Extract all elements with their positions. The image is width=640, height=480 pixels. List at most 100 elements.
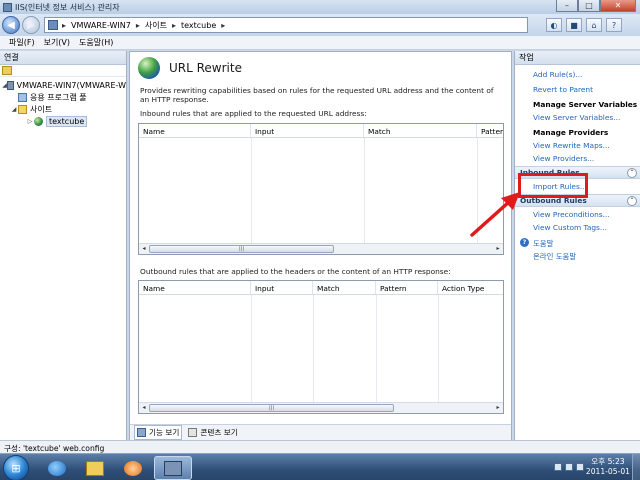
tree-node-label: 사이트 xyxy=(30,104,53,114)
status-bar: 구성: 'textcube' web.config xyxy=(0,440,640,453)
volume-icon[interactable] xyxy=(576,463,584,471)
tree-node-textcube[interactable]: ▷ textcube xyxy=(0,115,126,127)
online-help-link[interactable]: 온라인 도움말 xyxy=(533,251,576,262)
taskbar-media-player-icon[interactable] xyxy=(114,456,152,480)
address-row: ◀ ▶ ▸ VMWARE-WIN7 ▸ 사이트 ▸ textcube ▸ ◐ ■… xyxy=(0,14,640,36)
column-divider xyxy=(251,138,252,244)
scroll-left-icon[interactable]: ◂ xyxy=(139,404,149,412)
view-providers-link[interactable]: View Providers... xyxy=(533,154,594,163)
tree-node-app-pools[interactable]: 응용 프로그램 풀 xyxy=(0,91,126,103)
inbound-rules-grid[interactable]: Name Input Match Pattern ◂ ||| ▸ xyxy=(138,123,504,255)
address-bar[interactable]: ▸ VMWARE-WIN7 ▸ 사이트 ▸ textcube ▸ xyxy=(44,17,528,33)
column-header-name[interactable]: Name xyxy=(139,281,251,294)
clock[interactable]: 오후 5:23 2011-05-01 xyxy=(586,457,630,477)
column-header-input[interactable]: Input xyxy=(251,281,313,294)
outbound-rules-grid[interactable]: Name Input Match Pattern Action Type ◂ |… xyxy=(138,280,504,414)
features-view-icon xyxy=(137,428,146,437)
grid-header: Name Input Match Pattern xyxy=(139,124,503,138)
breadcrumb-separator: ▸ xyxy=(135,20,140,30)
view-custom-tags-link[interactable]: View Custom Tags... xyxy=(533,223,607,232)
forward-button[interactable]: ▶ xyxy=(22,16,40,34)
view-preconditions-link[interactable]: View Preconditions... xyxy=(533,210,610,219)
connections-tree: ◢ VMWARE-WIN7(VMWARE-W 응용 프로그램 풀 ◢ 사이트 ▷… xyxy=(0,77,126,127)
tree-node-label: 응용 프로그램 풀 xyxy=(30,92,87,102)
globe-icon xyxy=(34,116,43,126)
connections-title: 연결 xyxy=(0,51,126,65)
scroll-right-icon[interactable]: ▸ xyxy=(493,404,503,412)
annotation-arrow-icon xyxy=(470,192,520,237)
browser-icon[interactable]: ◐ xyxy=(546,18,562,32)
server-icon xyxy=(48,20,58,30)
column-divider xyxy=(313,295,314,403)
network-icon[interactable] xyxy=(565,463,573,471)
manage-server-variables-heading: Manage Server Variables xyxy=(533,100,638,109)
iis-app-icon xyxy=(3,2,12,12)
scroll-right-icon[interactable]: ▸ xyxy=(493,245,503,253)
tab-content-view[interactable]: 콘텐츠 보기 xyxy=(186,426,239,439)
help-link[interactable]: 도움말 xyxy=(533,238,553,249)
scroll-thumb[interactable]: ||| xyxy=(149,245,334,253)
annotation-highlight-box xyxy=(518,173,588,198)
help-icon[interactable]: ? xyxy=(606,18,622,32)
maximize-button[interactable]: □ xyxy=(578,0,600,12)
show-desktop-button[interactable] xyxy=(632,454,640,480)
breadcrumb-separator: ▸ xyxy=(221,20,226,30)
horizontal-scrollbar[interactable]: ◂ ||| ▸ xyxy=(139,243,503,254)
column-header-action-type[interactable]: Action Type xyxy=(438,281,503,294)
home-icon[interactable]: ⌂ xyxy=(586,18,602,32)
tab-label: 기능 보기 xyxy=(149,428,180,437)
grid-header: Name Input Match Pattern Action Type xyxy=(139,281,503,295)
column-header-input[interactable]: Input xyxy=(251,124,364,137)
breadcrumb-site[interactable]: textcube xyxy=(181,21,216,30)
app-pool-icon xyxy=(18,92,27,102)
column-header-match[interactable]: Match xyxy=(364,124,477,137)
menu-view[interactable]: 보기(V) xyxy=(44,37,70,48)
stop-icon[interactable]: ■ xyxy=(566,18,582,32)
add-rules-link[interactable]: Add Rule(s)... xyxy=(533,70,582,79)
expand-icon[interactable]: ▷ xyxy=(26,118,34,125)
flag-icon[interactable] xyxy=(554,463,562,471)
minimize-button[interactable]: – xyxy=(556,0,578,12)
breadcrumb-sites[interactable]: 사이트 xyxy=(145,20,167,31)
feature-pane: URL Rewrite Provides rewriting capabilit… xyxy=(129,51,512,440)
breadcrumb-server[interactable]: VMWARE-WIN7 xyxy=(71,21,131,30)
column-header-match[interactable]: Match xyxy=(313,281,376,294)
horizontal-scrollbar[interactable]: ◂ ||| ▸ xyxy=(139,402,503,413)
tab-label: 콘텐츠 보기 xyxy=(200,428,238,437)
server-icon xyxy=(7,80,14,90)
menu-bar: 파일(F) 보기(V) 도움말(H) xyxy=(0,36,640,50)
breadcrumb-separator: ▸ xyxy=(62,20,67,30)
tree-node-label: VMWARE-WIN7(VMWARE-W xyxy=(16,80,126,90)
tree-node-server[interactable]: ◢ VMWARE-WIN7(VMWARE-W xyxy=(0,79,126,91)
taskbar: ⊞ 오후 5:23 2011-05-01 xyxy=(0,453,640,480)
column-header-name[interactable]: Name xyxy=(139,124,251,137)
view-rewrite-maps-link[interactable]: View Rewrite Maps... xyxy=(533,141,610,150)
menu-help[interactable]: 도움말(H) xyxy=(79,37,113,48)
view-server-variables-link[interactable]: View Server Variables... xyxy=(533,113,620,122)
internet-explorer-icon xyxy=(48,460,66,476)
taskbar-explorer-icon[interactable] xyxy=(76,456,114,480)
close-button[interactable]: ✕ xyxy=(600,0,636,12)
start-button[interactable]: ⊞ xyxy=(3,455,29,480)
tray-icons xyxy=(554,463,584,471)
tab-features-view[interactable]: 기능 보기 xyxy=(134,425,183,440)
collapse-icon[interactable]: ⌃ xyxy=(627,196,637,206)
scroll-thumb[interactable]: ||| xyxy=(149,404,394,412)
column-header-pattern[interactable]: Pattern xyxy=(477,124,503,137)
taskbar-iis-manager-icon[interactable] xyxy=(154,456,192,480)
iis-icon xyxy=(164,460,182,476)
connections-toolbar xyxy=(0,65,126,77)
title-bar: IIS(인터넷 정보 서비스) 관리자 – □ ✕ xyxy=(0,0,640,14)
collapse-icon[interactable]: ⌃ xyxy=(627,168,637,178)
expand-icon[interactable]: ◢ xyxy=(10,106,18,113)
scroll-left-icon[interactable]: ◂ xyxy=(139,245,149,253)
tree-node-sites[interactable]: ◢ 사이트 xyxy=(0,103,126,115)
connect-icon[interactable] xyxy=(2,66,12,75)
taskbar-ie-icon[interactable] xyxy=(38,456,76,480)
connections-pane: 연결 ◢ VMWARE-WIN7(VMWARE-W 응용 프로그램 풀 ◢ 사이… xyxy=(0,51,127,440)
revert-to-parent-link[interactable]: Revert to Parent xyxy=(533,85,593,94)
column-header-pattern[interactable]: Pattern xyxy=(376,281,438,294)
back-button[interactable]: ◀ xyxy=(2,16,20,34)
menu-file[interactable]: 파일(F) xyxy=(9,37,35,48)
outbound-rules-label: Outbound rules that are applied to the h… xyxy=(140,267,451,276)
